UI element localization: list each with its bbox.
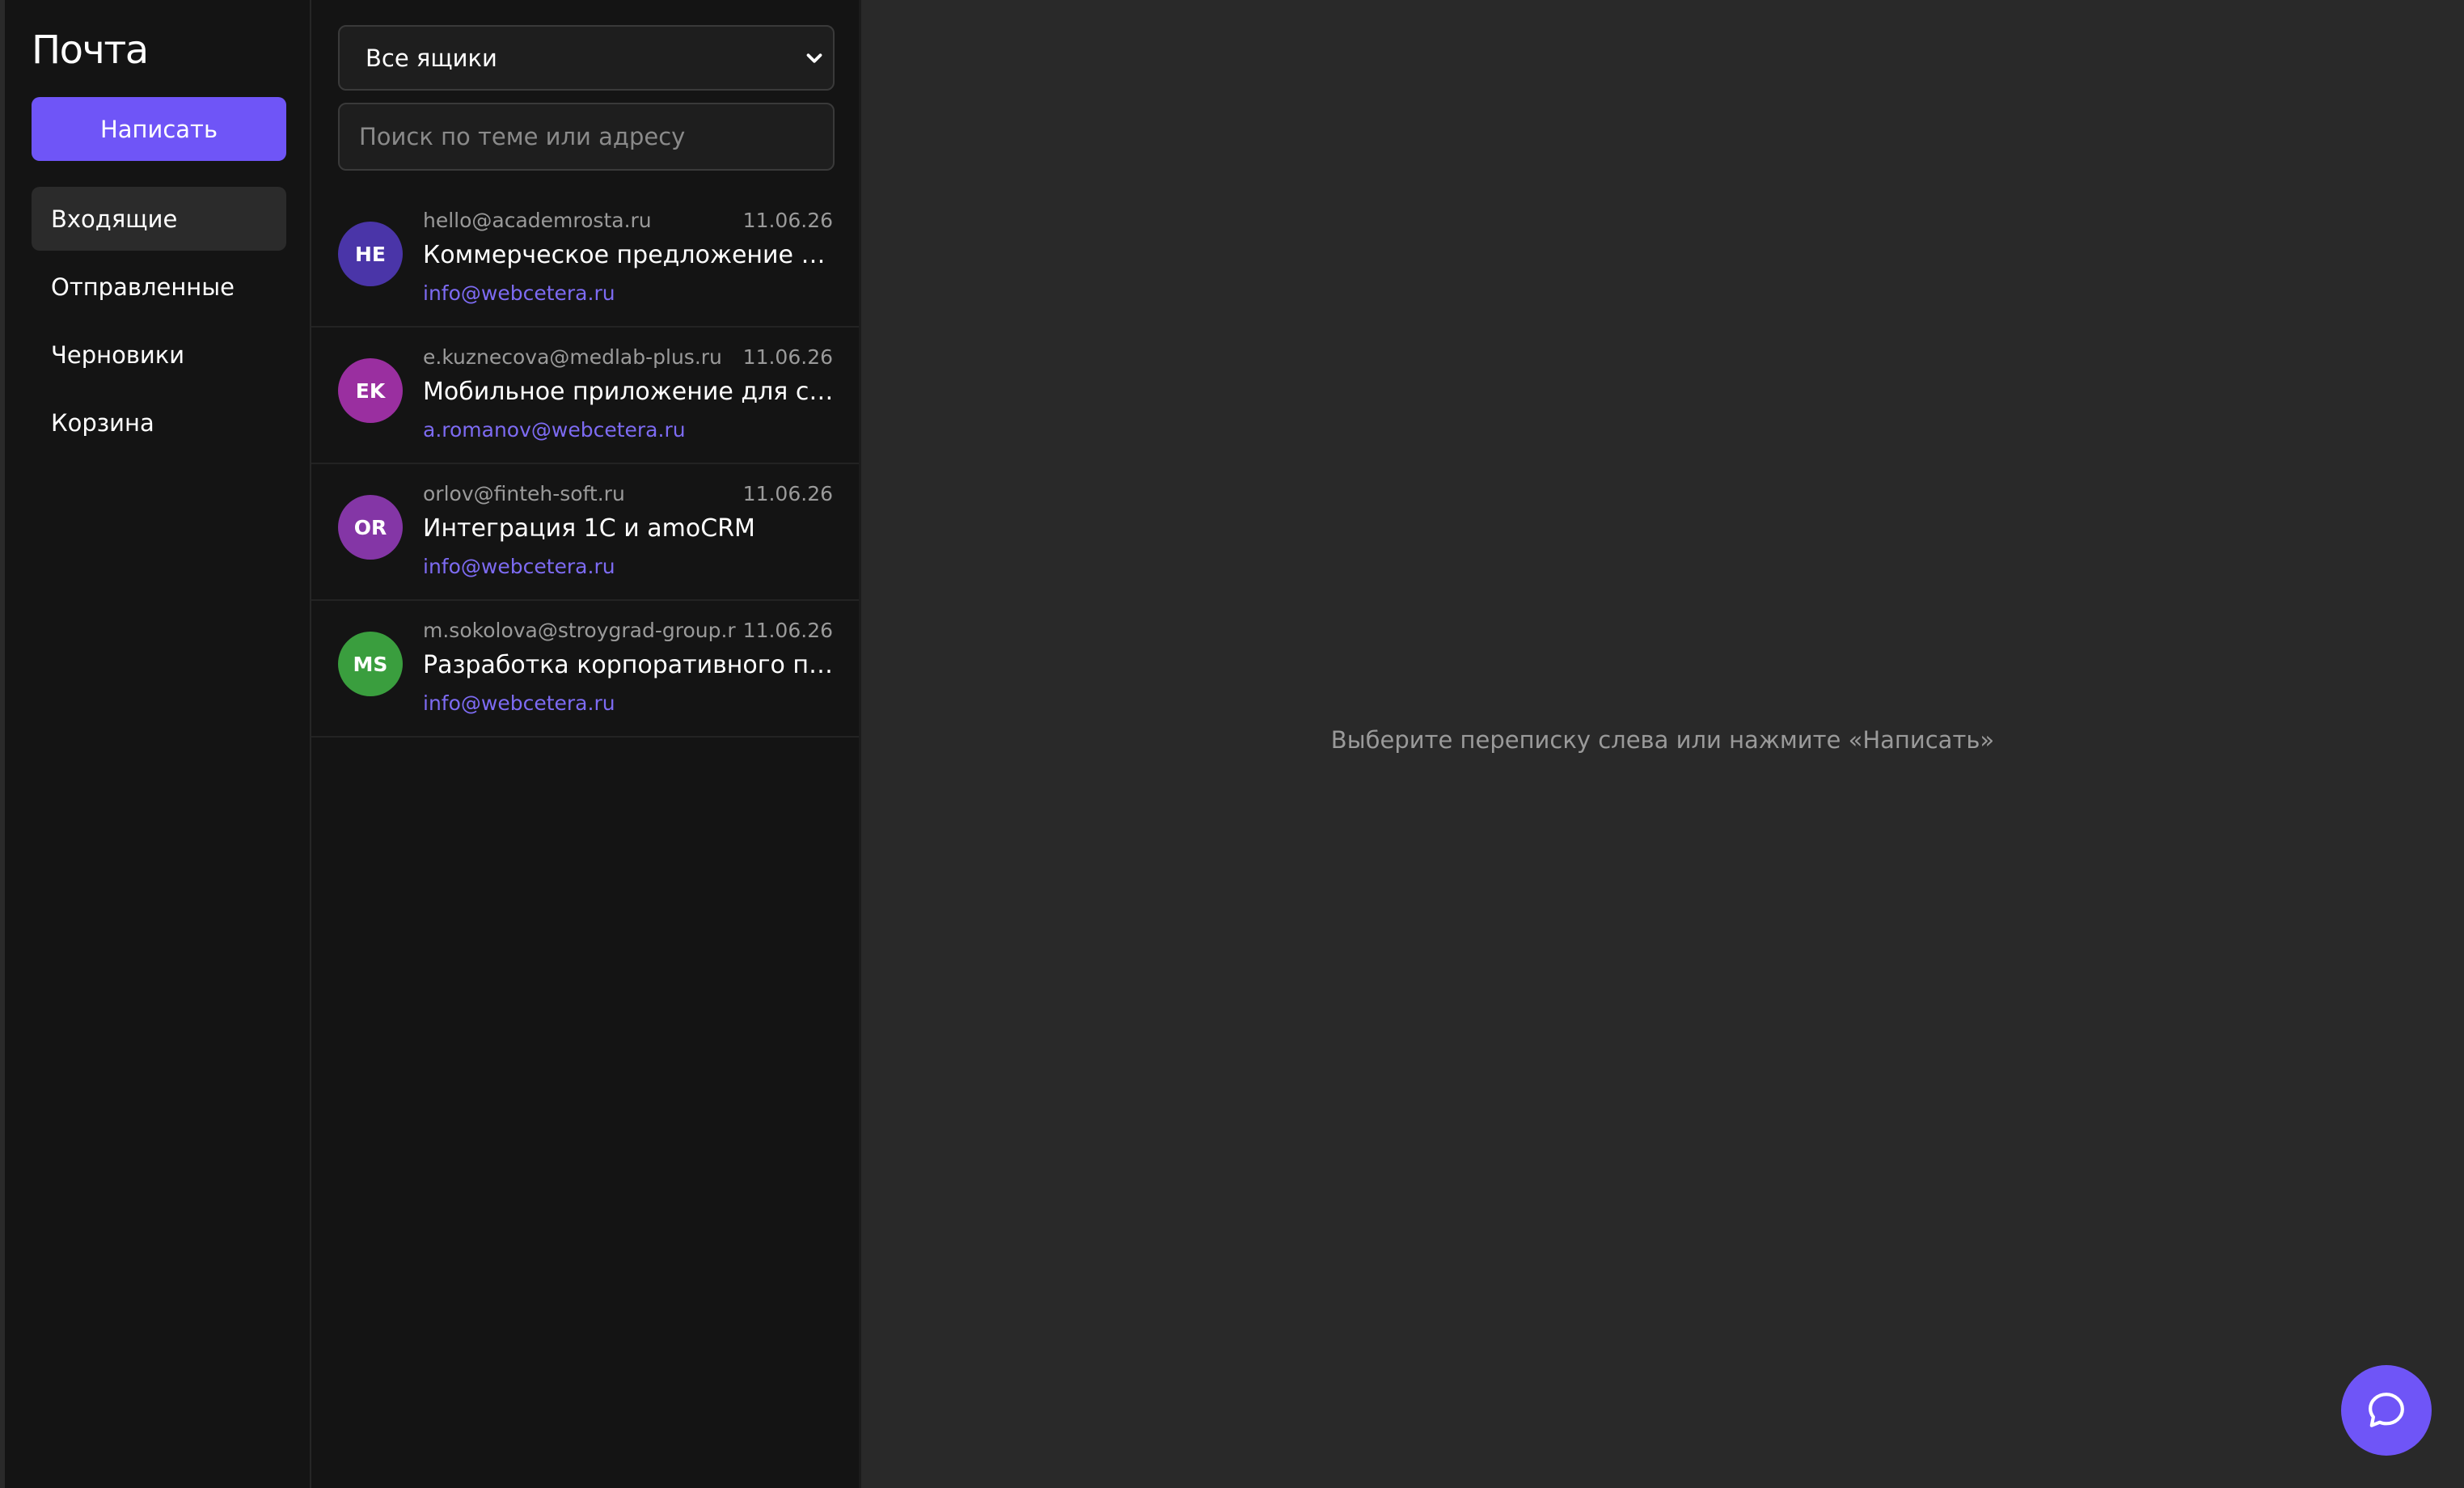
message-recipient: info@webcetera.ru [423,555,615,578]
search-input[interactable] [338,103,835,171]
sidebar-item-sent[interactable]: Отправленные [32,255,286,319]
mailbox-select-value: Все ящики [366,44,497,72]
chat-bubble-icon [2369,1393,2404,1427]
message-sender: orlov@finteh-soft.ru [423,482,625,505]
message-date: 11.06.26 [736,345,833,369]
mailbox-select[interactable]: Все ящики [338,25,835,91]
sidebar: Почта Написать Входящие Отправленные Чер… [0,0,311,1488]
message-item[interactable]: MS m.sokolova@stroygrad-group.ru 11.06.2… [311,601,859,738]
chat-button[interactable] [2341,1365,2432,1456]
avatar: OR [338,495,403,560]
message-sender: m.sokolova@stroygrad-group.ru [423,619,749,642]
avatar: EK [338,358,403,423]
message-list: HE hello@academrosta.ru 11.06.26 Коммерч… [311,191,859,738]
avatar: HE [338,222,403,286]
message-date: 11.06.26 [736,619,833,642]
message-subject: Интеграция 1С и amoCRM [423,514,755,543]
message-sender: hello@academrosta.ru [423,209,652,232]
message-subject: Коммерческое предложение по продвижению … [423,241,834,269]
message-item[interactable]: OR orlov@finteh-soft.ru 11.06.26 Интегра… [311,464,859,601]
sidebar-item-inbox[interactable]: Входящие [32,187,286,251]
avatar: MS [338,632,403,696]
folder-nav: Входящие Отправленные Черновики Корзина [32,187,286,459]
message-item[interactable]: HE hello@academrosta.ru 11.06.26 Коммерч… [311,191,859,328]
sidebar-item-drafts[interactable]: Черновики [32,323,286,387]
message-subject: Разработка корпоративного портала [423,651,834,679]
chevron-down-icon [806,53,822,63]
message-list-pane: Все ящики HE hello@academrosta.ru 11.06.… [311,0,861,1488]
message-recipient: a.romanov@webcetera.ru [423,418,686,442]
app-title: Почта [32,27,149,73]
message-date: 11.06.26 [736,209,833,232]
mail-app: Почта Написать Входящие Отправленные Чер… [0,0,2464,1488]
sidebar-item-trash[interactable]: Корзина [32,391,286,454]
compose-button[interactable]: Написать [32,97,286,161]
message-recipient: info@webcetera.ru [423,691,615,715]
message-item[interactable]: EK e.kuznecova@medlab-plus.ru 11.06.26 М… [311,328,859,464]
empty-state-hint: Выберите переписку слева или нажмите «На… [1330,726,1995,754]
message-recipient: info@webcetera.ru [423,281,615,305]
message-date: 11.06.26 [736,482,833,505]
message-subject: Мобильное приложение для сети клиник [423,378,834,406]
message-sender: e.kuznecova@medlab-plus.ru [423,345,722,369]
reading-pane: Выберите переписку слева или нажмите «На… [861,0,2464,1488]
